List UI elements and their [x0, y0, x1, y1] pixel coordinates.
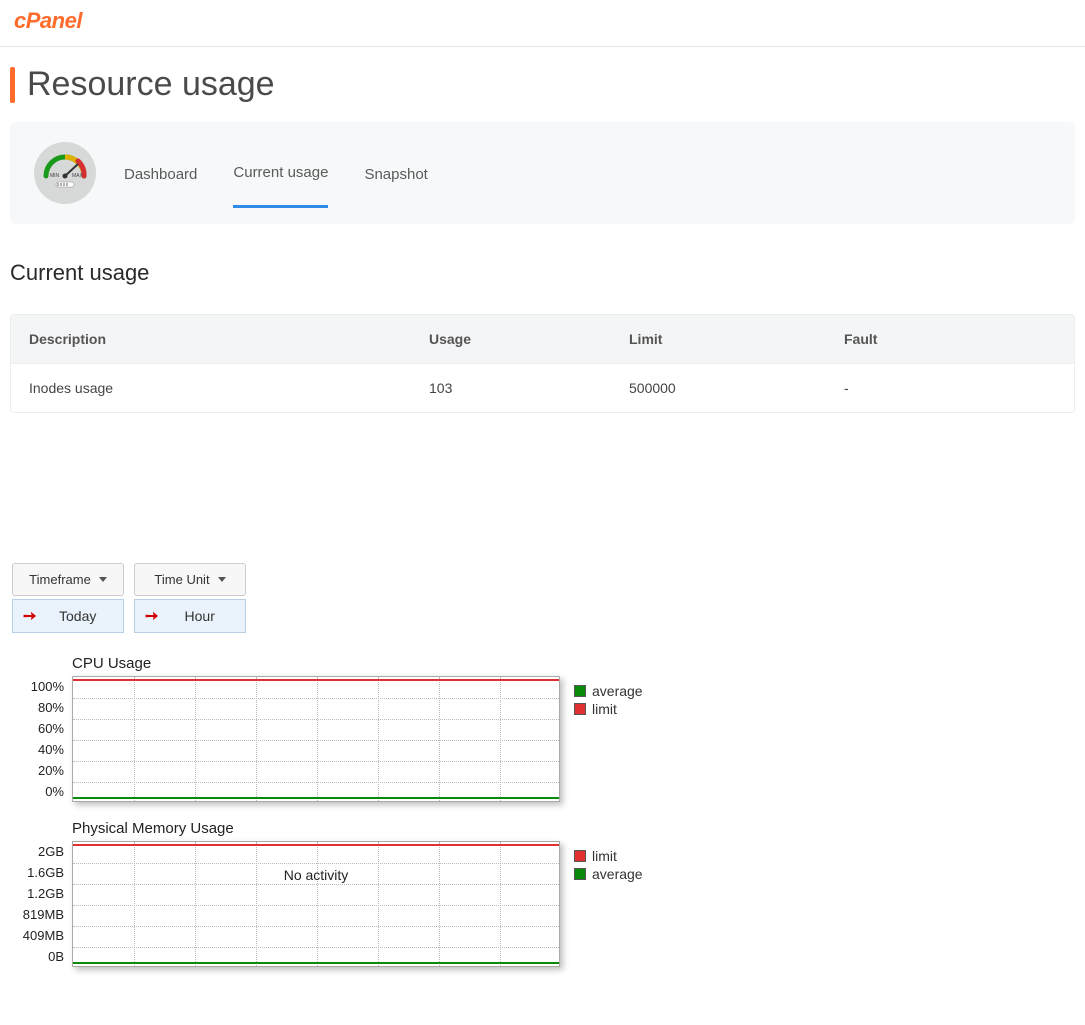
usage-table: Description Usage Limit Fault Inodes usa… — [10, 314, 1075, 413]
y-tick: 1.2GB — [10, 883, 64, 904]
y-tick: 409MB — [10, 925, 64, 946]
col-header-description: Description — [29, 331, 429, 347]
legend-average: average — [574, 682, 643, 700]
page-title: Resource usage — [27, 65, 275, 104]
tabs: Dashboard Current usage Snapshot — [124, 138, 428, 208]
y-tick: 60% — [10, 718, 64, 739]
swatch-green-icon — [574, 685, 586, 697]
col-header-limit: Limit — [629, 331, 844, 347]
legend-limit: limit — [574, 847, 643, 865]
timeframe-label: Timeframe — [29, 572, 91, 587]
legend-label: limit — [592, 847, 617, 865]
legend-label: average — [592, 865, 643, 883]
timeframe-dropdown[interactable]: Timeframe — [12, 563, 124, 596]
legend-label: average — [592, 682, 643, 700]
y-axis: 2GB 1.6GB 1.2GB 819MB 409MB 0B — [10, 841, 72, 967]
tab-current-usage[interactable]: Current usage — [233, 138, 328, 208]
average-line — [73, 962, 559, 964]
charts-area: CPU Usage 100% 80% 60% 40% 20% 0% — [10, 655, 1075, 967]
title-accent — [10, 67, 15, 103]
timeunit-value-box[interactable]: ➚ Hour — [134, 599, 246, 633]
swatch-red-icon — [574, 850, 586, 862]
chart-title: Physical Memory Usage — [72, 820, 1075, 837]
chart-canvas: No activity — [72, 841, 560, 967]
legend-limit: limit — [574, 700, 643, 718]
y-tick: 100% — [10, 676, 64, 697]
swatch-red-icon — [574, 703, 586, 715]
cell-description: Inodes usage — [29, 380, 429, 396]
caret-down-icon — [99, 577, 107, 582]
arrow-icon: ➚ — [18, 604, 42, 628]
y-tick: 40% — [10, 739, 64, 760]
chart-canvas — [72, 676, 560, 802]
chart-cpu-usage: CPU Usage 100% 80% 60% 40% 20% 0% — [10, 655, 1075, 802]
chart-legend: limit average — [574, 841, 643, 883]
timeunit-value: Hour — [164, 608, 235, 624]
topbar: cPanel — [0, 0, 1085, 47]
cell-usage: 103 — [429, 380, 629, 396]
chart-memory-usage: Physical Memory Usage 2GB 1.6GB 1.2GB 81… — [10, 820, 1075, 967]
page-title-wrap: Resource usage — [10, 65, 1075, 104]
timeframe-value: Today — [42, 608, 113, 624]
table-header-row: Description Usage Limit Fault — [11, 315, 1074, 363]
tab-bar: MIN MAX Dashboard Current usage Snapshot — [10, 122, 1075, 224]
tab-dashboard[interactable]: Dashboard — [124, 140, 197, 207]
arrow-icon: ➚ — [140, 604, 164, 628]
cell-fault: - — [844, 380, 1056, 396]
limit-line — [73, 679, 559, 681]
no-activity-label: No activity — [73, 867, 559, 883]
legend-label: limit — [592, 700, 617, 718]
section-title: Current usage — [10, 260, 1075, 286]
timeframe-value-box[interactable]: ➚ Today — [12, 599, 124, 633]
y-tick: 20% — [10, 760, 64, 781]
cpanel-logo: cPanel — [14, 8, 1071, 34]
col-header-fault: Fault — [844, 331, 1056, 347]
limit-line — [73, 844, 559, 846]
y-tick: 2GB — [10, 841, 64, 862]
y-tick: 0B — [10, 946, 64, 967]
y-tick: 1.6GB — [10, 862, 64, 883]
chart-controls: Timeframe Time Unit ➚ Today ➚ Hour — [12, 563, 1075, 633]
chart-title: CPU Usage — [72, 655, 1075, 672]
swatch-green-icon — [574, 868, 586, 880]
y-axis: 100% 80% 60% 40% 20% 0% — [10, 676, 72, 802]
svg-text:MAX: MAX — [72, 173, 84, 179]
timeunit-label: Time Unit — [154, 572, 209, 587]
table-row: Inodes usage 103 500000 - — [11, 363, 1074, 412]
legend-average: average — [574, 865, 643, 883]
cell-limit: 500000 — [629, 380, 844, 396]
y-tick: 80% — [10, 697, 64, 718]
y-tick: 0% — [10, 781, 64, 802]
gauge-icon: MIN MAX — [34, 142, 96, 204]
caret-down-icon — [218, 577, 226, 582]
y-tick: 819MB — [10, 904, 64, 925]
average-line — [73, 797, 559, 799]
timeunit-dropdown[interactable]: Time Unit — [134, 563, 246, 596]
chart-legend: average limit — [574, 676, 643, 718]
col-header-usage: Usage — [429, 331, 629, 347]
tab-snapshot[interactable]: Snapshot — [364, 140, 427, 207]
svg-text:MIN: MIN — [50, 173, 60, 179]
